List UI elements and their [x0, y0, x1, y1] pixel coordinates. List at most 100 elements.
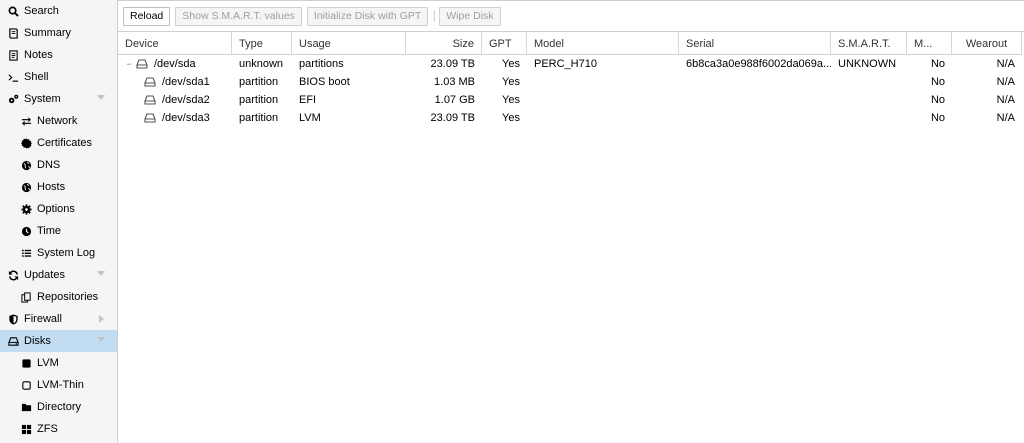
table-row[interactable]: − /dev/sda unknown partitions 23.09 TB Y… [118, 55, 1022, 73]
nav-item-zfs[interactable]: ZFS [0, 418, 117, 440]
nav-label: Network [37, 115, 78, 127]
column-header-smart[interactable]: S.M.A.R.T. [831, 32, 907, 55]
column-header-size[interactable]: Size [406, 32, 482, 55]
nav-item-system-log[interactable]: System Log [0, 242, 117, 264]
cell-wearout: N/A [996, 58, 1015, 70]
show-smart-values-button[interactable]: Show S.M.A.R.T. values [175, 6, 302, 26]
cell-wearout: N/A [996, 112, 1015, 124]
nav-label: ZFS [37, 423, 58, 435]
cell-type: partition [239, 76, 279, 88]
cell-smart: UNKNOWN [838, 58, 897, 70]
nav-item-lvm-thin[interactable]: LVM-Thin [0, 374, 117, 396]
gear-icon [20, 203, 32, 215]
globe-icon [20, 159, 32, 171]
certificate-icon [20, 137, 32, 149]
nav-label: Updates [24, 269, 65, 281]
nav-item-hosts[interactable]: Hosts [0, 176, 117, 198]
column-header-type[interactable]: Type [232, 32, 292, 55]
book-icon [7, 27, 19, 39]
device-name: /dev/sda1 [162, 76, 210, 88]
note-icon [7, 49, 19, 61]
table-row[interactable]: /dev/sda3 partition LVM 23.09 TB Yes No … [118, 109, 1022, 127]
nav-label: Certificates [37, 137, 93, 149]
cell-gpt: Yes [502, 76, 520, 88]
column-header-gpt[interactable]: GPT [482, 32, 527, 55]
nav-item-lvm[interactable]: LVM [0, 352, 117, 374]
nav-label: DNS [37, 159, 61, 171]
cell-gpt: Yes [502, 112, 520, 124]
cell-usage: EFI [299, 94, 317, 106]
exchange-icon [20, 115, 32, 127]
cell-model [527, 73, 679, 91]
cell-usage: LVM [299, 112, 321, 124]
files-icon [20, 291, 32, 303]
nav-label: Directory [37, 401, 82, 413]
nav-item-certificates[interactable]: Certificates [0, 132, 117, 154]
hdd-icon [144, 95, 156, 105]
disks-panel: Reload Show S.M.A.R.T. values Initialize… [118, 0, 1024, 443]
list-icon [20, 247, 32, 259]
hdd-icon [144, 77, 156, 87]
column-header-usage[interactable]: Usage [292, 32, 406, 55]
device-name: /dev/sda3 [162, 112, 210, 124]
nav-item-repositories[interactable]: Repositories [0, 286, 117, 308]
nav-item-disks[interactable]: Disks [0, 330, 117, 352]
chevron-down-icon[interactable] [97, 337, 105, 342]
folder-icon [20, 401, 32, 413]
chevron-down-icon[interactable] [97, 271, 105, 276]
cell-gpt: Yes [502, 94, 520, 106]
nav-item-network[interactable]: Network [0, 110, 117, 132]
nav-label: System Log [37, 247, 96, 259]
device-name: /dev/sda2 [162, 94, 210, 106]
nav-item-dns[interactable]: DNS [0, 154, 117, 176]
column-header-model[interactable]: Model [527, 32, 679, 55]
square-outline-icon [20, 379, 32, 391]
chevron-down-icon[interactable] [97, 95, 105, 100]
nav-item-summary[interactable]: Summary [0, 22, 117, 44]
nav-item-notes[interactable]: Notes [0, 44, 117, 66]
wipe-disk-button[interactable]: Wipe Disk [439, 6, 501, 26]
nav-label: Summary [24, 27, 72, 39]
cell-usage: BIOS boot [299, 76, 350, 88]
cell-gpt: Yes [502, 58, 520, 70]
nav-item-time[interactable]: Time [0, 220, 117, 242]
clock-icon [20, 225, 32, 237]
reload-button[interactable]: Reload [123, 6, 171, 26]
hdd-icon [7, 335, 19, 347]
cell-type: unknown [239, 58, 284, 70]
cell-wearout: N/A [996, 76, 1015, 88]
tree-collapse-icon[interactable]: − [125, 59, 133, 69]
shield-icon [7, 313, 19, 325]
column-header-device[interactable]: Device [118, 32, 232, 55]
nav-item-search[interactable]: Search [0, 0, 117, 22]
column-header-serial[interactable]: Serial [679, 32, 831, 55]
table-row[interactable]: /dev/sda2 partition EFI 1.07 GB Yes No N… [118, 91, 1022, 109]
cell-model [527, 91, 679, 109]
nav-label: Notes [24, 49, 53, 61]
cell-type: partition [239, 94, 279, 106]
device-name: /dev/sda [154, 58, 196, 70]
nav-item-system[interactable]: System [0, 88, 117, 110]
search-icon [7, 5, 19, 17]
column-header-mounted[interactable]: M... [907, 32, 952, 55]
initialize-disk-gpt-button[interactable]: Initialize Disk with GPT [306, 6, 429, 26]
chevron-right-icon[interactable] [99, 315, 104, 323]
nav-label: Search [24, 5, 59, 17]
table-row[interactable]: /dev/sda1 partition BIOS boot 1.03 MB Ye… [118, 73, 1022, 91]
nav-item-updates[interactable]: Updates [0, 264, 117, 286]
cell-mounted: No [930, 94, 945, 106]
cell-serial [679, 109, 831, 127]
hdd-icon [144, 113, 156, 123]
nav-item-shell[interactable]: Shell [0, 66, 117, 88]
cell-wearout: N/A [996, 94, 1015, 106]
nav-item-directory[interactable]: Directory [0, 396, 117, 418]
nav-item-options[interactable]: Options [0, 198, 117, 220]
column-header-wearout[interactable]: Wearout [952, 32, 1022, 55]
nav-label: LVM-Thin [37, 379, 84, 391]
cell-model: PERC_H710 [534, 58, 597, 70]
nav-label: Options [37, 203, 75, 215]
toolbar-separator [434, 10, 436, 22]
nav-item-firewall[interactable]: Firewall [0, 308, 117, 330]
refresh-icon [7, 269, 19, 281]
gears-icon [7, 93, 19, 105]
